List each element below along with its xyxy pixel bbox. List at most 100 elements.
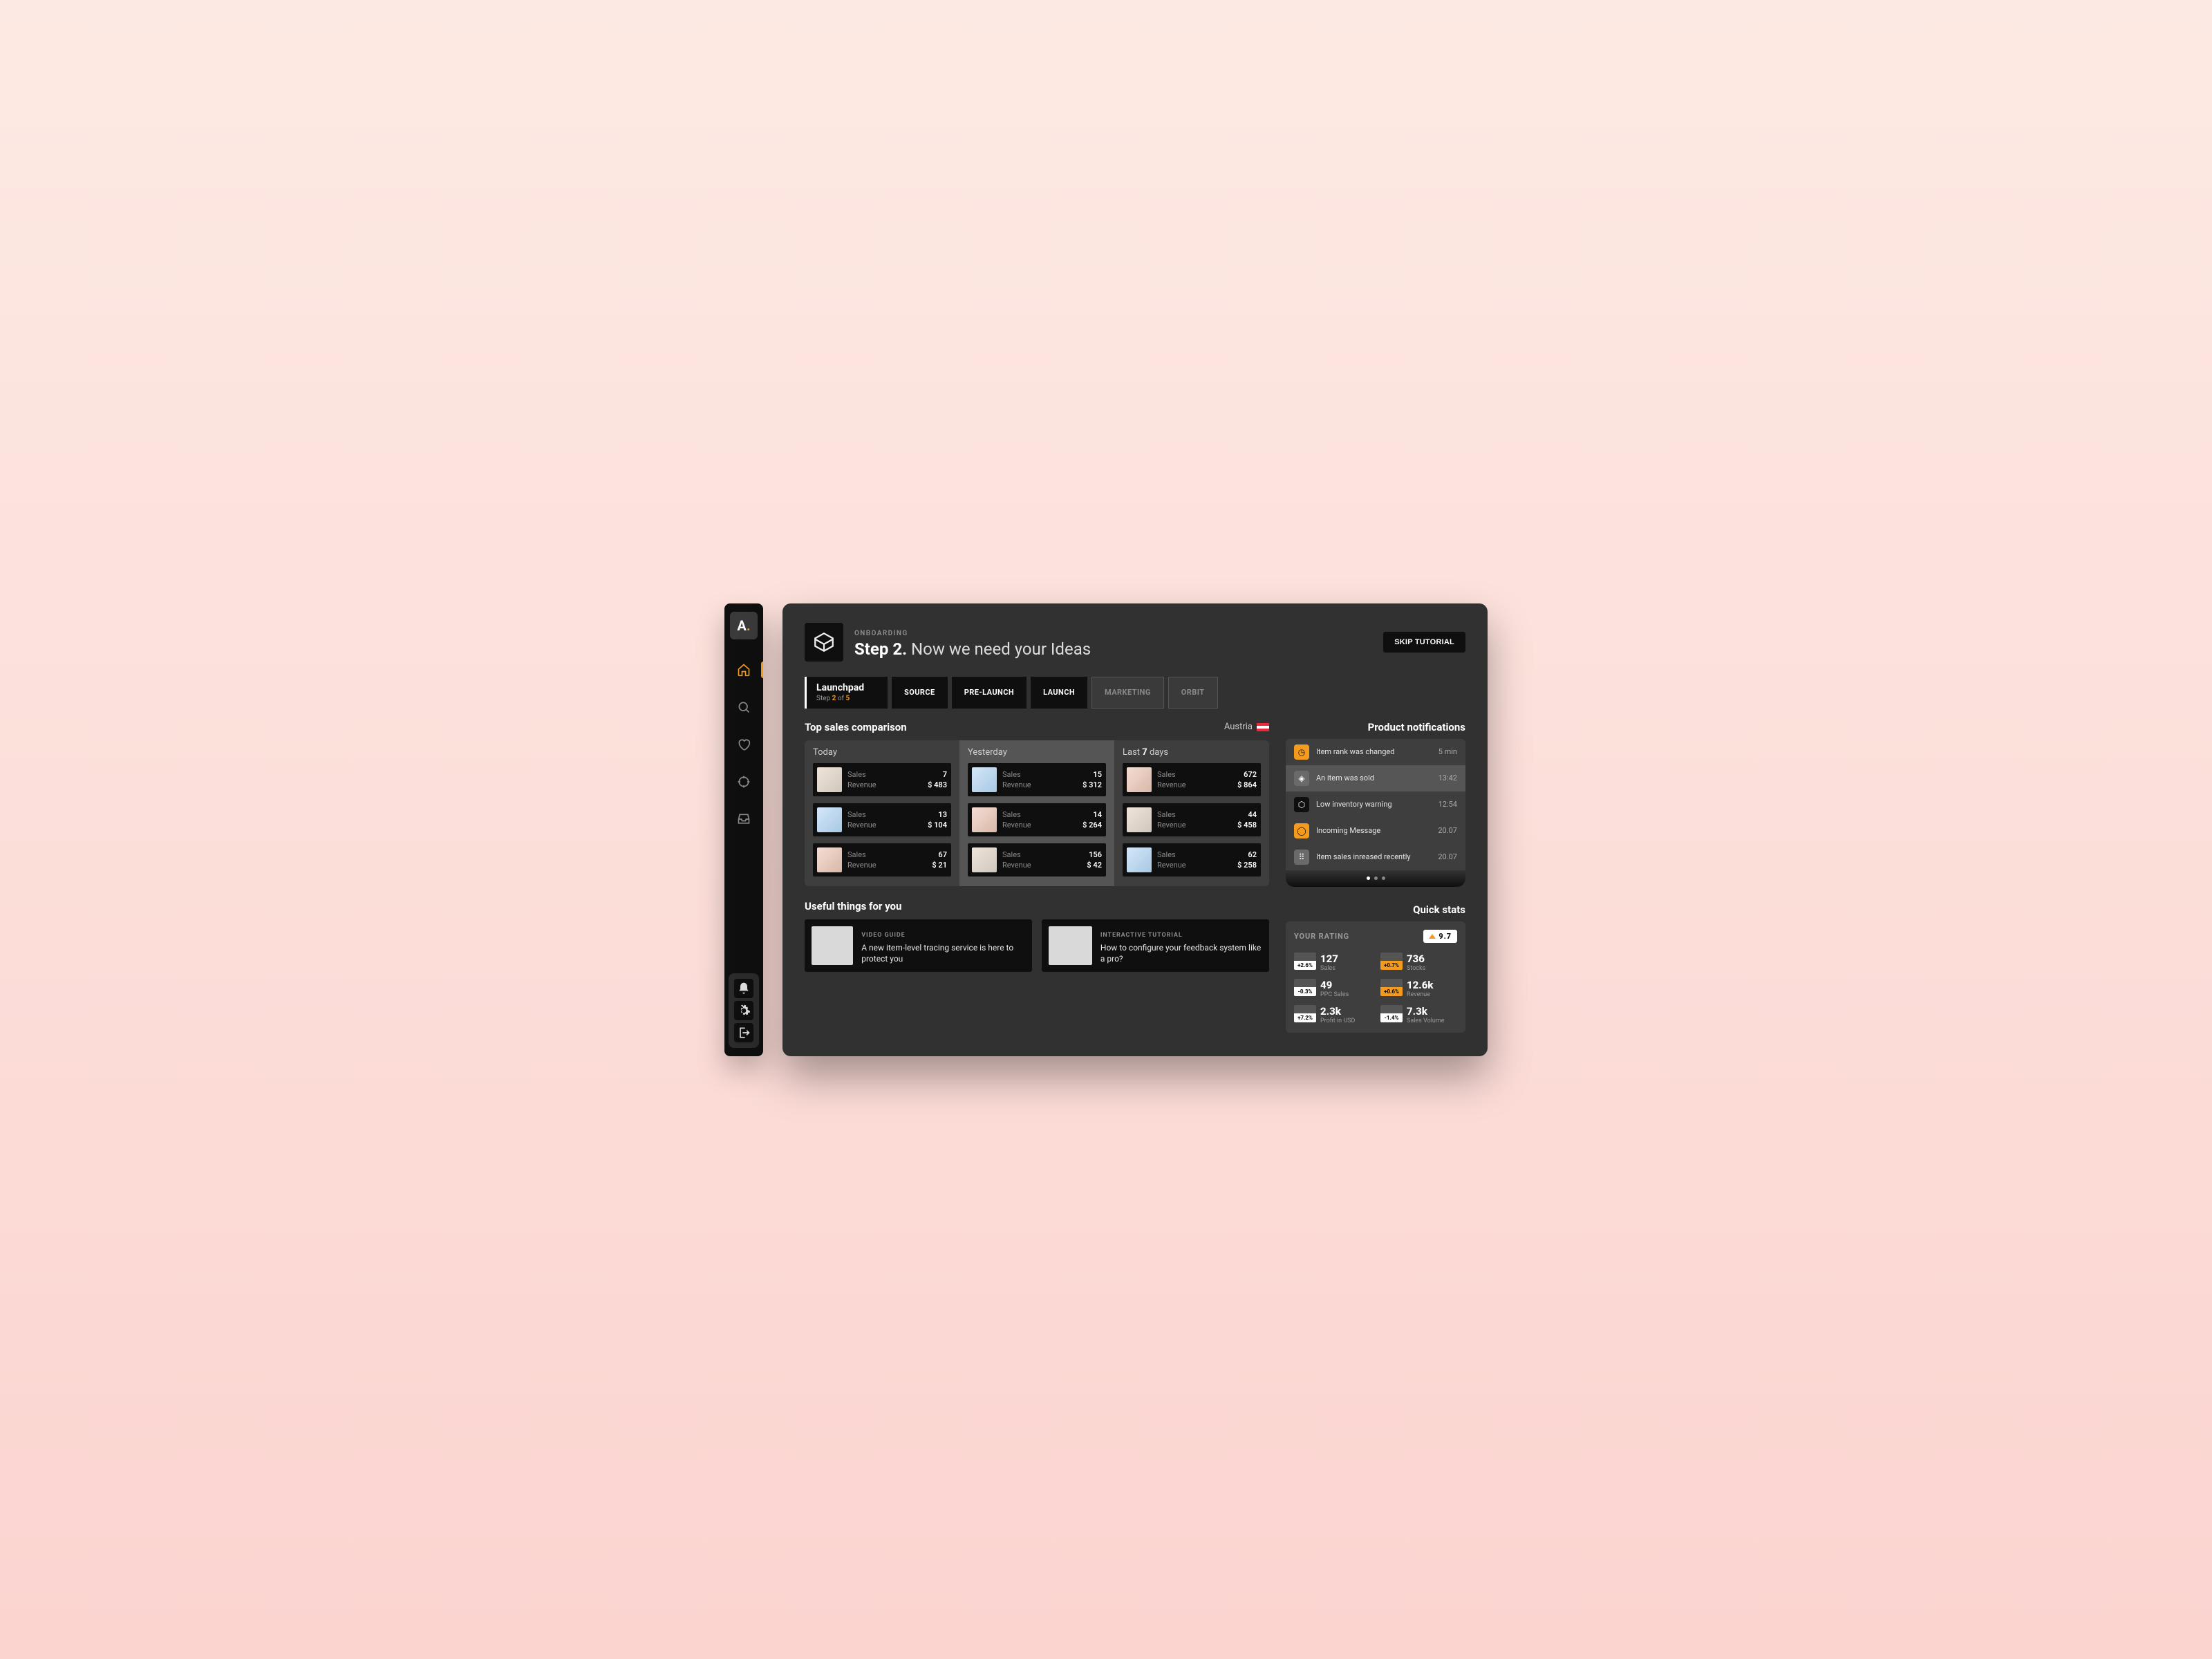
stat-value: 736	[1407, 953, 1425, 965]
nav-alerts[interactable]	[734, 979, 753, 998]
sales-value: 15	[1082, 770, 1102, 779]
sales-label: Sales	[1002, 850, 1080, 859]
skip-tutorial-button[interactable]: SKIP TUTORIAL	[1383, 632, 1465, 653]
product-card[interactable]: Sales156Revenue$ 42	[968, 843, 1106, 877]
stat-item: +7.2% 2.3kProfit in USD	[1294, 1005, 1371, 1024]
product-thumb	[1127, 767, 1152, 792]
nav-search[interactable]	[724, 695, 763, 720]
notification-item[interactable]: ◈An item was sold13:42	[1286, 765, 1465, 791]
notification-icon: ⠿	[1294, 850, 1309, 865]
revenue-label: Revenue	[1157, 821, 1230, 830]
useful-card[interactable]: VIDEO GUIDEA new item-level tracing serv…	[805, 919, 1032, 972]
country-selector[interactable]: Austria	[1224, 722, 1269, 732]
product-card[interactable]: Sales62Revenue$ 258	[1123, 843, 1261, 877]
useful-card[interactable]: INTERACTIVE TUTORIAL How to configure you…	[1042, 919, 1269, 972]
nav-logout[interactable]	[734, 1023, 753, 1042]
notification-icon: ◯	[1294, 823, 1309, 838]
sales-label: Sales	[1157, 810, 1230, 819]
revenue-label: Revenue	[847, 861, 925, 870]
product-card[interactable]: Sales14Revenue$ 264	[968, 803, 1106, 836]
product-card[interactable]: Sales13Revenue$ 104	[813, 803, 951, 836]
useful-text: A new item-level tracing service is here…	[861, 942, 1025, 964]
product-thumb	[1127, 847, 1152, 872]
nav-target[interactable]	[724, 769, 763, 794]
notification-time: 20.07	[1438, 826, 1457, 835]
sales-column-1: YesterdaySales15Revenue$ 312Sales14Reven…	[959, 740, 1114, 886]
sales-value: 67	[932, 850, 947, 859]
notification-item[interactable]: ◷Item rank was changed5 min	[1286, 739, 1465, 765]
stat-percent: +7.2%	[1294, 1013, 1316, 1022]
product-card[interactable]: Sales672Revenue$ 864	[1123, 763, 1261, 796]
nav-settings[interactable]	[734, 1001, 753, 1020]
product-card[interactable]: Sales 15 Revenue $ 312	[968, 763, 1106, 796]
stat-item: +2.6%127Sales	[1294, 953, 1371, 972]
notification-time: 20.07	[1438, 852, 1457, 861]
sales-column-title: Today	[813, 747, 951, 758]
notification-item[interactable]: ◯ Incoming Message 20.07	[1286, 818, 1465, 844]
onboarding-kicker: ONBOARDING	[854, 630, 908, 637]
revenue-label: Revenue	[1002, 780, 1076, 789]
notification-time: 12:54	[1438, 800, 1457, 809]
onboarding-icon	[805, 623, 843, 662]
tab-launch[interactable]: LAUNCH	[1031, 677, 1087, 709]
launchpad-indicator: Launchpad Step 2 of 5	[805, 677, 888, 709]
revenue-value: $ 312	[1082, 780, 1102, 789]
app-logo[interactable]: A.	[730, 612, 758, 639]
useful-kicker: INTERACTIVE TUTORIAL	[1100, 932, 1183, 939]
nav-favorites[interactable]	[724, 732, 763, 757]
stat-chip: -0.3%	[1294, 979, 1316, 996]
notification-pager[interactable]	[1286, 870, 1465, 887]
heart-icon	[737, 738, 751, 751]
sales-value: 7	[928, 770, 947, 779]
stat-label: Profit in USD	[1320, 1018, 1355, 1024]
sales-column-title: Last 7 days	[1123, 747, 1261, 758]
product-card[interactable]: Sales67Revenue$ 21	[813, 843, 951, 877]
stat-chip: -1.4%	[1380, 1005, 1403, 1022]
tab-source[interactable]: SOURCE	[892, 677, 948, 709]
revenue-label: Revenue	[847, 821, 921, 830]
quickstats-title: Quick stats	[1286, 903, 1465, 916]
sales-label: Sales	[1002, 770, 1076, 779]
notifications-title: Product notifications	[1286, 721, 1465, 733]
stat-label: Sales Volume	[1407, 1018, 1445, 1024]
product-card[interactable]: Sales7Revenue$ 483	[813, 763, 951, 796]
notification-item[interactable]: ⬡Low inventory warning12:54	[1286, 791, 1465, 818]
box-icon	[812, 630, 836, 654]
stat-label: Stocks	[1407, 965, 1425, 972]
logout-icon	[737, 1026, 751, 1040]
stat-value: 2.3k	[1320, 1005, 1355, 1018]
notification-item[interactable]: ⠿Item sales inreased recently20.07	[1286, 844, 1465, 870]
home-icon	[737, 663, 751, 677]
notification-icon: ◷	[1294, 744, 1309, 760]
stat-percent: +0.6%	[1380, 987, 1403, 996]
sales-label: Sales	[1002, 810, 1076, 819]
product-card[interactable]: Sales44Revenue$ 458	[1123, 803, 1261, 836]
rating-label: YOUR RATING	[1294, 932, 1349, 941]
stat-value: 12.6k	[1407, 979, 1434, 991]
sales-value: 672	[1237, 770, 1257, 779]
stat-label: Sales	[1320, 965, 1338, 972]
sales-comparison-grid: TodaySales7Revenue$ 483Sales13Revenue$ 1…	[805, 740, 1269, 886]
useful-text: How to configure your feedback system li…	[1100, 942, 1262, 964]
tab-pre-launch[interactable]: PRE-LAUNCH	[952, 677, 1027, 709]
stat-label: PPC Sales	[1320, 991, 1349, 998]
main-panel: ONBOARDING Step 2. Now we need your Idea…	[782, 603, 1488, 1056]
search-icon	[737, 700, 751, 714]
revenue-value: $ 458	[1237, 821, 1257, 830]
revenue-label: Revenue	[847, 780, 921, 789]
notification-time: 5 min	[1438, 747, 1457, 756]
notification-text: Incoming Message	[1316, 826, 1431, 835]
revenue-value: $ 42	[1087, 861, 1102, 870]
sales-label: Sales	[847, 850, 925, 859]
revenue-value: $ 258	[1237, 861, 1257, 870]
useful-thumb	[812, 926, 853, 965]
nav-inbox[interactable]	[724, 807, 763, 832]
notification-text: Low inventory warning	[1316, 800, 1432, 809]
product-thumb	[817, 767, 842, 792]
product-thumb	[817, 807, 842, 832]
sales-label: Sales	[1157, 850, 1230, 859]
nav-home[interactable]	[724, 657, 763, 682]
tab-marketing: MARKETING	[1091, 677, 1164, 709]
sales-label: Sales	[847, 770, 921, 779]
notification-text: An item was sold	[1316, 774, 1432, 782]
